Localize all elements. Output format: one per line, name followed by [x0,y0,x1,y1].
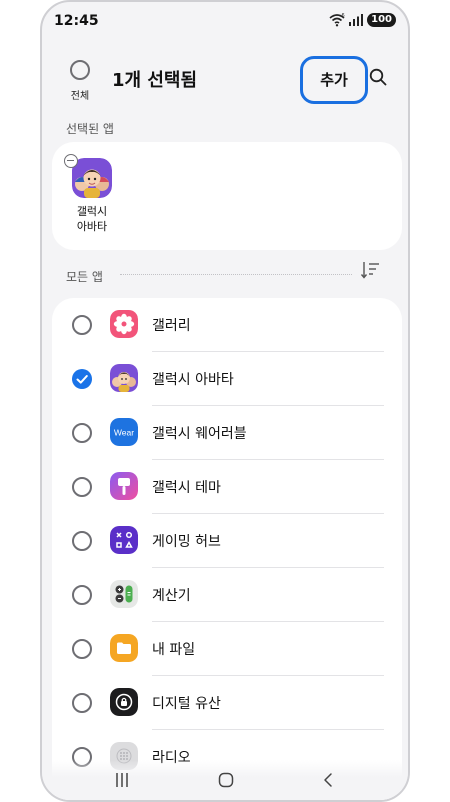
app-checkbox[interactable] [72,315,92,335]
search-icon[interactable] [369,68,387,86]
app-row-galaxy-avatar[interactable]: 갤럭시 아바타 [52,352,402,406]
selected-apps-card: 갤럭시 아바타 [52,142,402,250]
navigation-bar [42,760,408,800]
selection-header: 전체 1개 선택됨 추가 [42,54,408,104]
section-divider [120,274,352,275]
app-name: 갤럭시 테마 [152,480,221,496]
app-name: 디지털 유산 [152,696,221,712]
app-checkbox[interactable] [72,585,92,605]
sort-icon[interactable] [360,260,380,280]
app-name: 내 파일 [152,642,196,658]
status-icons: 6 100 [329,13,396,27]
phone-frame: 12:45 6 100 전체 1개 선택됨 추가 선택된 앱 갤럭시 아바타 모… [40,0,410,802]
selected-app-item[interactable]: 갤럭시 아바타 [64,154,114,234]
galaxy-avatar-icon [72,158,112,198]
app-checkbox[interactable] [72,477,92,497]
gaming-hub-icon [110,526,138,554]
select-all-toggle[interactable]: 전체 [66,60,94,102]
app-checkbox[interactable] [72,693,92,713]
theme-icon [110,472,138,500]
home-icon[interactable] [218,772,234,788]
app-checkbox[interactable] [72,531,92,551]
app-checkbox-checked[interactable] [72,369,92,389]
all-apps-header: 모든 앱 [42,260,408,284]
wifi-badge: 6 [342,13,345,19]
app-name: 게이밍 허브 [152,534,221,550]
wear-icon: Wear [110,418,138,446]
check-icon [76,375,88,384]
gallery-icon [110,310,138,338]
app-row-galaxy-theme[interactable]: 갤럭시 테마 [52,460,402,514]
app-name: 갤럭시 웨어러블 [152,426,247,442]
app-row-my-files[interactable]: 내 파일 [52,622,402,676]
calculator-icon [110,580,138,608]
signal-icon [349,14,364,26]
app-name: 갤럭시 아바타 [152,372,234,388]
back-icon[interactable] [322,772,334,788]
select-all-radio[interactable] [70,60,90,80]
app-row-calculator[interactable]: 계산기 [52,568,402,622]
select-all-label: 전체 [70,91,90,102]
page-title: 1개 선택됨 [112,70,198,91]
battery-indicator: 100 [367,13,396,27]
status-time: 12:45 [54,13,99,29]
status-bar: 12:45 6 100 [42,2,408,42]
wear-icon-text: Wear [114,428,134,438]
digital-legacy-icon [110,688,138,716]
app-row-gallery[interactable]: 갤러리 [52,298,402,352]
add-button[interactable]: 추가 [300,56,368,104]
app-list: 갤러리 갤럭시 아바타 Wear 갤럭시 웨어러블 갤럭시 테마 게이밍 허브 … [52,298,402,800]
app-checkbox[interactable] [72,423,92,443]
selected-app-name: 갤럭시 아바타 [76,205,108,233]
wifi-icon: 6 [329,13,345,27]
remove-selected-icon[interactable] [64,154,78,168]
selected-apps-label: 선택된 앱 [66,122,114,136]
recent-apps-icon[interactable] [114,772,130,788]
app-checkbox[interactable] [72,639,92,659]
app-name: 갤러리 [152,318,191,334]
app-name: 계산기 [152,588,191,604]
app-row-digital-legacy[interactable]: 디지털 유산 [52,676,402,730]
app-row-gaming-hub[interactable]: 게이밍 허브 [52,514,402,568]
app-row-galaxy-wearable[interactable]: Wear 갤럭시 웨어러블 [52,406,402,460]
my-files-icon [110,634,138,662]
all-apps-label: 모든 앱 [66,270,103,284]
galaxy-avatar-icon [110,364,138,392]
